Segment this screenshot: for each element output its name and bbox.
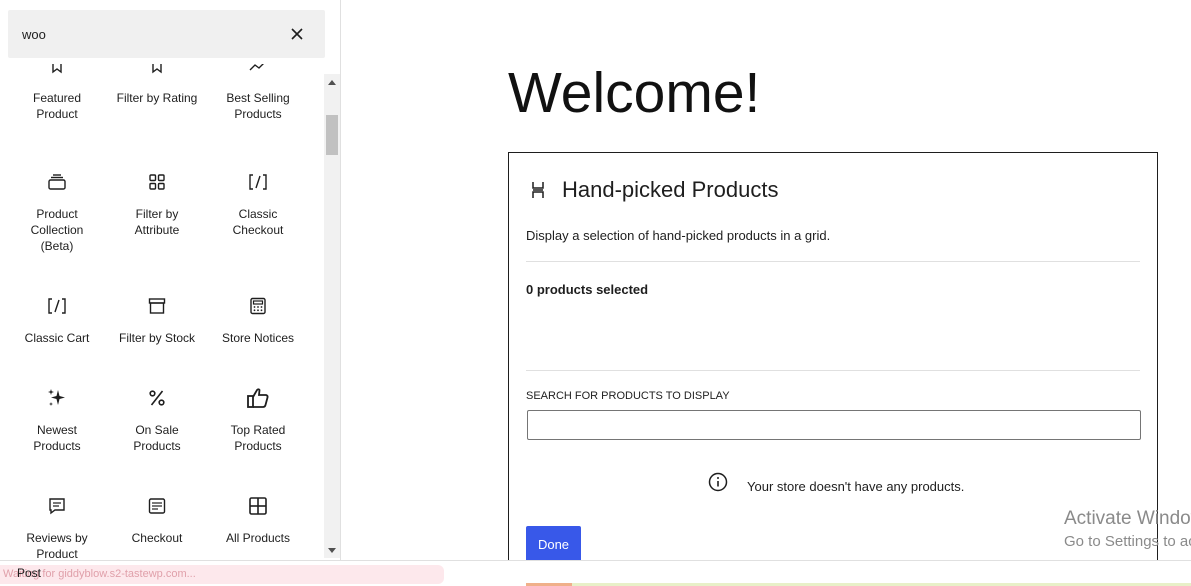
block-best-selling[interactable]: Best Selling Products [208,64,308,122]
close-icon [291,28,303,40]
shortcode-icon [249,174,267,190]
notice-text: Your store doesn't have any products. [747,479,965,494]
hand-picked-icon [526,178,550,202]
stack-icon [48,174,66,190]
sparkle-icon [48,389,65,406]
block-filter-by-stock[interactable]: Filter by Stock [107,294,207,346]
block-breadcrumb[interactable]: Post [17,566,41,580]
block-label: Classic Checkout [232,207,284,237]
divider [526,261,1140,262]
block-title: Hand-picked Products [562,177,779,202]
comment-icon [49,498,65,515]
watermark-line-2: Go to Settings to activate Windows. [1064,533,1191,550]
block-label: All Products [225,531,291,545]
block-newest-products[interactable]: Newest Products [7,386,107,454]
scroll-down-arrow[interactable] [328,548,336,553]
star-icon [152,64,162,74]
block-featured-product[interactable]: Featured Product [7,64,107,122]
thumbs-up-icon [247,388,269,408]
browser-status-url: Waiting for giddyblow.s2-tastewp.com... [0,565,444,584]
block-label: Filter by Stock [118,331,196,345]
info-icon [707,471,729,493]
block-label: Filter by Attribute [134,207,180,237]
block-all-products[interactable]: All Products [208,494,308,546]
done-button[interactable]: Done [526,526,581,560]
editor-root: Featured Product Filter by Rating Best S… [0,0,1191,586]
percent-icon [149,390,165,406]
block-store-notices[interactable]: Store Notices [208,294,308,346]
editor-canvas: Welcome! Hand-picked Products Display a … [342,0,1191,560]
block-checkout[interactable]: Checkout [107,494,207,546]
block-label: Filter by Rating [116,91,198,105]
clear-search-button[interactable] [287,24,307,44]
block-label: Reviews by Product [26,531,88,558]
calculator-icon [250,297,266,315]
archive-icon [148,298,166,314]
block-label: Checkout [131,531,183,545]
block-label: Classic Cart [24,331,90,345]
block-reviews-by-product[interactable]: Reviews by Product [7,494,107,558]
scroll-thumb[interactable] [326,115,338,155]
block-classic-cart[interactable]: Classic Cart [7,294,107,346]
block-header: Hand-picked Products [526,177,778,203]
hand-picked-products-block[interactable]: Hand-picked Products Display a selection… [508,152,1158,560]
block-product-collection[interactable]: Product Collection (Beta) [7,170,107,254]
block-label: On Sale Products [133,423,181,453]
receipt-icon [148,498,166,514]
block-filter-by-attribute[interactable]: Filter by Attribute [107,170,207,238]
divider [526,370,1140,371]
shortcode-icon [48,298,66,314]
block-top-rated-products[interactable]: Top Rated Products [208,386,308,454]
block-search [8,10,325,58]
block-label: Best Selling Products [226,91,290,121]
block-description: Display a selection of hand-picked produ… [526,228,831,243]
post-title[interactable]: Welcome! [508,60,760,126]
block-label: Product Collection (Beta) [30,207,84,253]
empty-store-notice: Your store doesn't have any products. [707,471,964,494]
block-label: Top Rated Products [230,423,286,453]
block-list: Featured Product Filter by Rating Best S… [0,64,320,558]
editor-footer: Waiting for giddyblow.s2-tastewp.com... … [0,560,1191,586]
product-search-label: SEARCH FOR PRODUCTS TO DISPLAY [526,390,730,402]
block-inserter-panel: Featured Product Filter by Rating Best S… [0,0,341,560]
activate-windows-watermark: Activate Windows Go to Settings to activ… [1064,507,1191,553]
block-search-input[interactable] [22,10,272,58]
block-filter-by-rating[interactable]: Filter by Rating [107,64,207,106]
block-list-scrollbar[interactable] [324,74,340,558]
block-label: Featured Product [32,91,82,121]
star-icon [52,64,62,74]
product-search-input[interactable] [527,410,1141,440]
block-on-sale-products[interactable]: On Sale Products [107,386,207,454]
selected-count: 0 products selected [526,282,649,297]
scroll-up-arrow[interactable] [328,80,336,85]
block-classic-checkout[interactable]: Classic Checkout [208,170,308,238]
trending-icon [249,64,264,71]
layout-grid-icon [249,497,267,515]
block-label: Newest Products [33,423,81,453]
block-label: Store Notices [221,331,295,345]
watermark-line-1: Activate Windows [1064,508,1191,529]
grid-icon [149,174,165,190]
